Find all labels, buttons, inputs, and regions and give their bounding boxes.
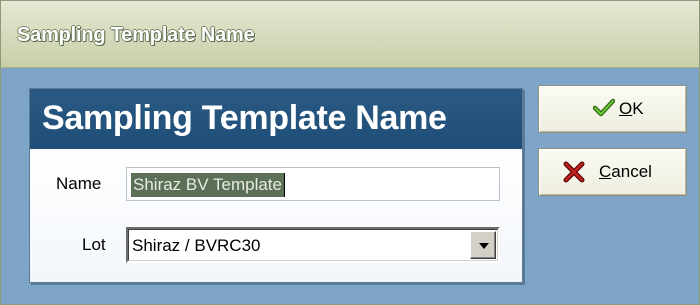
name-label: Name bbox=[56, 174, 102, 193]
form-panel: Sampling Template Name Name Shiraz BV Te… bbox=[29, 88, 523, 283]
cancel-label-rest: ancel bbox=[611, 162, 652, 181]
name-input-value: Shiraz BV Template bbox=[131, 173, 284, 197]
ok-button-label: OK bbox=[619, 99, 644, 119]
lot-dropdown-button[interactable] bbox=[470, 231, 496, 259]
ok-mnemonic: O bbox=[619, 99, 633, 118]
cancel-mnemonic: C bbox=[599, 162, 612, 181]
panel-header: Sampling Template Name bbox=[30, 89, 522, 149]
lot-label: Lot bbox=[82, 235, 106, 254]
panel-body: Name Shiraz BV Template Lot Shiraz / BVR… bbox=[30, 149, 522, 282]
title-bar[interactable]: Sampling Template Name bbox=[1, 1, 699, 68]
window-title: Sampling Template Name bbox=[17, 24, 255, 46]
checkmark-icon bbox=[592, 98, 616, 123]
ok-label-rest: K bbox=[632, 99, 644, 118]
cross-icon bbox=[562, 161, 586, 188]
lot-select[interactable]: Shiraz / BVRC30 bbox=[126, 227, 500, 263]
dialog-client-area: Sampling Template Name Name Shiraz BV Te… bbox=[1, 68, 699, 304]
lot-select-frame: Shiraz / BVRC30 bbox=[128, 229, 498, 261]
cancel-button-label: Cancel bbox=[599, 162, 652, 182]
name-input[interactable]: Shiraz BV Template bbox=[126, 167, 500, 201]
chevron-down-icon bbox=[479, 243, 489, 249]
dialog-window: Sampling Template Name Sampling Template… bbox=[0, 0, 700, 305]
cancel-button[interactable]: Cancel bbox=[538, 148, 687, 196]
lot-select-value: Shiraz / BVRC30 bbox=[132, 236, 261, 255]
panel-heading: Sampling Template Name bbox=[42, 99, 447, 137]
text-caret bbox=[284, 173, 285, 197]
ok-button[interactable]: OK bbox=[538, 85, 687, 133]
